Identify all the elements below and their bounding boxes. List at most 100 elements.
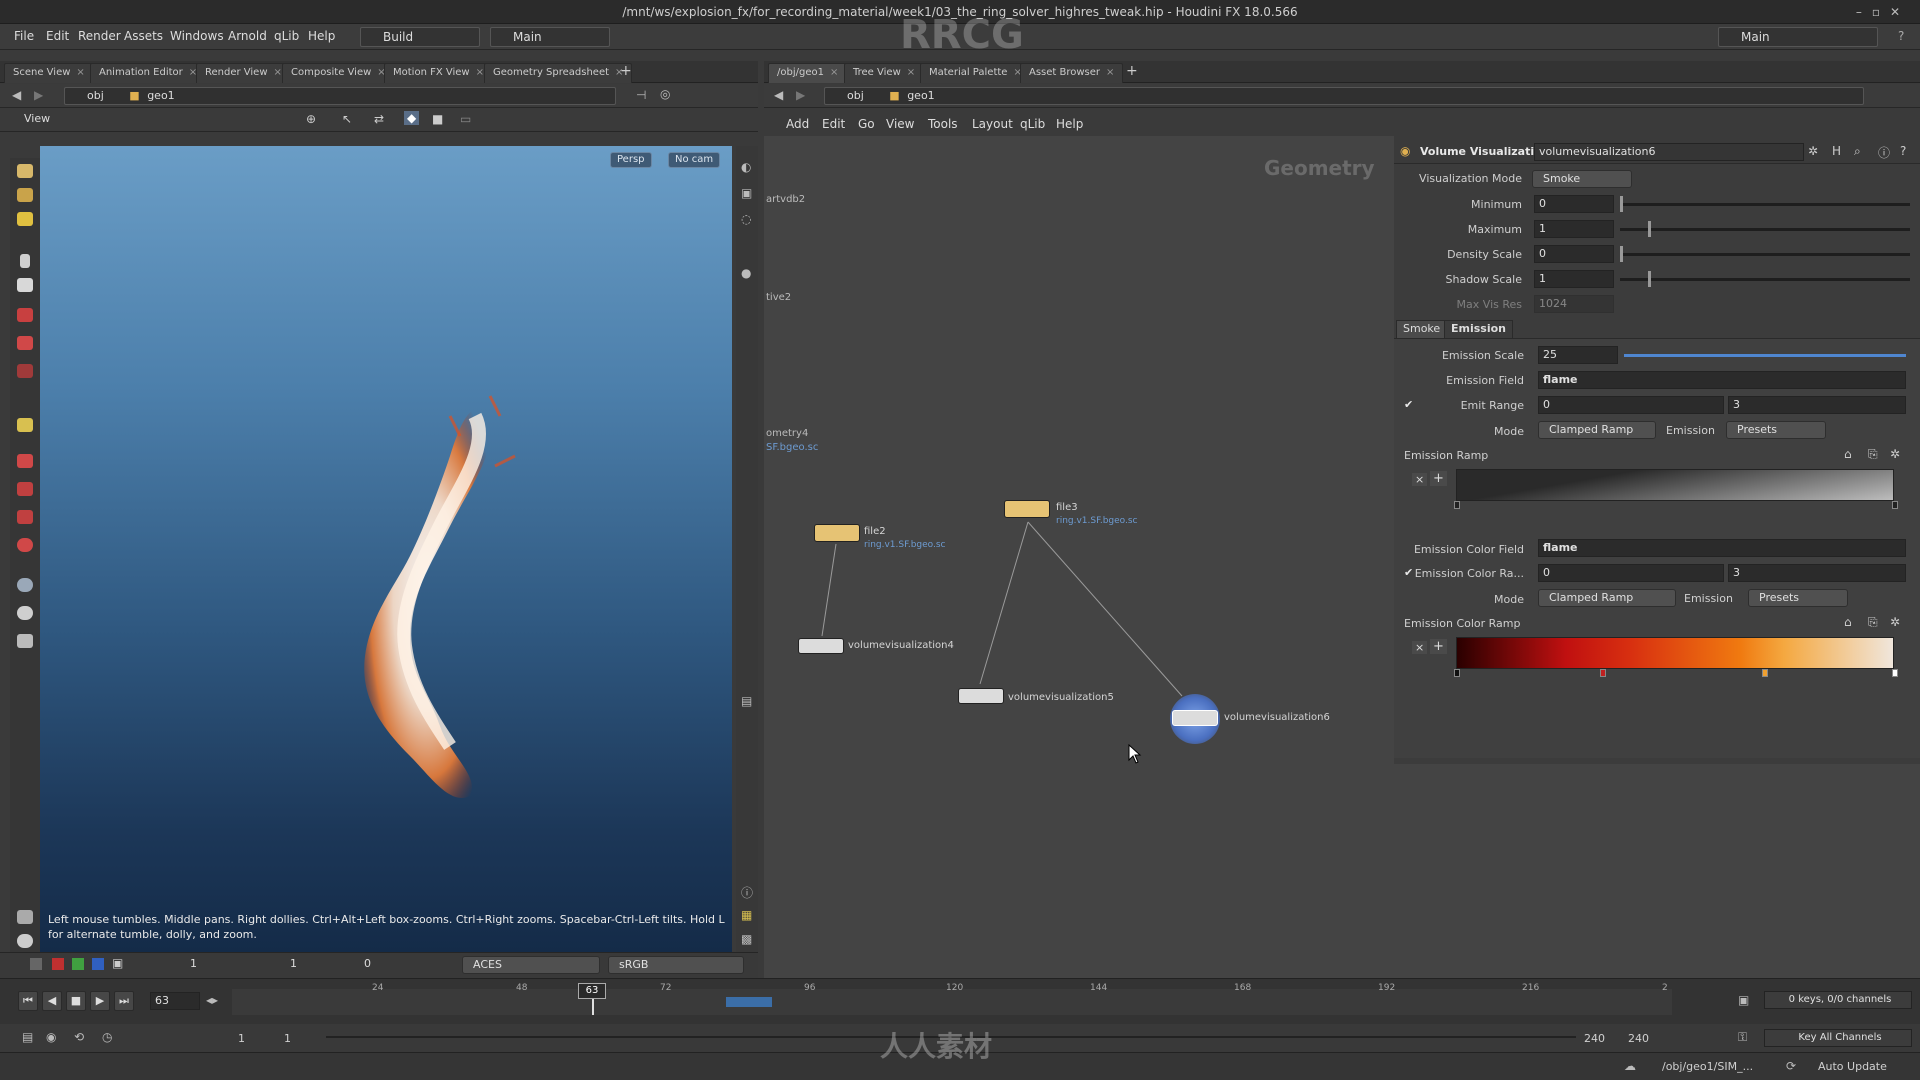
display-icon[interactable]: ■ [432,112,443,126]
update-mode[interactable]: Auto Update [1818,1060,1887,1073]
realtime-icon[interactable]: ▤ [22,1030,33,1044]
net-menu-add[interactable]: Add [786,117,809,131]
slider-knob[interactable] [1620,196,1623,212]
net-menu-tools[interactable]: Tools [928,117,958,131]
right-desktop-dropdown[interactable]: Main [1718,27,1878,47]
update-icon[interactable]: ⟳ [1786,1059,1796,1073]
menu-qlib[interactable]: qLib [274,29,299,43]
snap-icon[interactable]: ◆ [404,111,420,125]
net-menu-layout[interactable]: Layout [972,117,1013,131]
network-path[interactable]: obj ■ geo1 [64,87,616,105]
wire-icon[interactable]: ▭ [460,112,471,126]
net-menu-help[interactable]: Help [1056,117,1083,131]
ghost-icon[interactable] [17,934,33,948]
maximum-slider[interactable] [1620,228,1910,231]
scene-viewport[interactable]: Persp No cam Left mouse tumbles. Middle … [40,146,732,952]
tab-render-view[interactable]: Render View × [196,63,291,83]
menu-edit[interactable]: Edit [46,29,69,43]
density-scale-field[interactable]: 0 [1534,245,1614,263]
green-channel-icon[interactable] [72,958,84,970]
menu-file[interactable]: File [14,29,34,43]
emit-range-min[interactable]: 0 [1538,396,1724,414]
play-reverse-button[interactable]: ◀ [42,991,62,1011]
stop-button[interactable]: ■ [66,991,86,1011]
pin-icon[interactable]: ⊣ [636,88,646,102]
gear-icon[interactable]: ✲ [1890,615,1900,629]
transform-tool-icon[interactable]: ⇄ [374,112,384,126]
add-point-icon[interactable]: + [1430,639,1447,654]
lock-icon[interactable]: ▣ [741,186,752,200]
node-volumevisualization5[interactable] [958,688,1004,704]
pose-tool-icon[interactable] [17,308,33,322]
ramp-menu-icon[interactable]: ⌂ [1844,447,1852,461]
shading-icon[interactable]: ● [741,266,751,280]
minimum-field[interactable]: 0 [1534,195,1614,213]
remove-point-icon[interactable]: × [1412,641,1428,654]
add-tab-icon[interactable]: + [620,63,632,79]
tab-material-palette[interactable]: Material Palette × [920,63,1031,83]
paint-tool-icon[interactable] [17,510,33,524]
brush-tool-icon[interactable] [17,336,33,350]
tab-asset-browser[interactable]: Asset Browser × [1020,63,1124,83]
emission-color-ramp[interactable] [1456,637,1894,669]
tab-motion-fx-view[interactable]: Motion FX View × [384,63,493,83]
keyframe-icon[interactable]: ▣ [1738,993,1749,1007]
ramp-copy-icon[interactable]: ⎘ [1868,615,1878,630]
hand-icon[interactable] [17,910,33,924]
gear-icon[interactable]: ✲ [1808,144,1818,158]
rotate-tool-icon[interactable] [17,212,33,226]
move-tool-icon[interactable] [17,188,33,202]
lasso-tool-icon[interactable] [17,482,33,496]
network-path[interactable]: obj ■ geo1 [824,87,1864,105]
background-icon[interactable]: ▤ [741,694,752,708]
clock-icon[interactable]: ◷ [102,1030,112,1044]
shelf-set-dropdown[interactable]: Build [360,27,480,47]
back-arrow-icon[interactable]: ◀ [774,88,783,102]
tab-animation-editor[interactable]: Animation Editor × [90,63,207,83]
color-range-min[interactable]: 0 [1538,564,1724,582]
sculpt-tool-icon[interactable] [17,364,33,378]
info-icon[interactable]: ⓘ [1878,144,1890,161]
exposure-value[interactable]: 1 [190,957,197,970]
emission-color-field-input[interactable]: flame [1538,539,1906,557]
density-slider[interactable] [1620,253,1910,256]
blue-channel-icon[interactable] [92,958,104,970]
forward-arrow-icon[interactable]: ▶ [34,88,43,102]
key-all-channels-dropdown[interactable]: Key All Channels [1764,1029,1912,1047]
color-chip-icon[interactable] [30,958,42,970]
node-file2[interactable] [814,524,860,542]
desktop-dropdown[interactable]: Main [490,27,610,47]
step-frame-icon[interactable]: ◂▸ [206,993,218,1007]
ramp-key[interactable] [1892,501,1898,509]
net-menu-qlib[interactable]: qLib [1020,117,1045,131]
node-volumevisualization6[interactable] [1172,710,1218,726]
grid-icon[interactable]: ▦ [741,908,752,922]
node-name-field[interactable]: volumevisualization6 [1534,143,1804,161]
shadow-slider[interactable] [1620,278,1910,281]
back-arrow-icon[interactable]: ◀ [12,88,21,102]
snapshot-icon[interactable]: ▩ [741,932,752,946]
net-menu-view[interactable]: View [886,117,914,131]
link-icon[interactable]: ◎ [660,87,670,101]
tab-geometry-spreadsheet[interactable]: Geometry Spreadsheet × [484,63,633,83]
tab-obj-geo1[interactable]: /obj/geo1 × [768,63,848,83]
keys-channels-display[interactable]: 0 keys, 0/0 channels [1764,991,1912,1009]
ramp-key[interactable] [1454,501,1460,509]
tab-emission[interactable]: Emission [1444,320,1513,338]
range-start[interactable]: 1 [238,1032,245,1045]
magnet-icon[interactable] [17,538,33,552]
menu-render[interactable]: Render [78,29,121,43]
add-tab-icon[interactable]: + [1126,63,1138,79]
node-file3[interactable] [1004,500,1050,518]
question-icon[interactable]: ? [1900,144,1906,158]
edit-tool-icon[interactable] [17,418,33,432]
slider-knob[interactable] [1648,271,1651,287]
gamma-value[interactable]: 1 [290,957,297,970]
display-dropdown[interactable]: sRGB [608,956,744,974]
net-menu-go[interactable]: Go [858,117,875,131]
range-end[interactable]: 240 [1628,1032,1649,1045]
persp-button[interactable]: Persp [610,152,652,168]
ramp-copy-icon[interactable]: ⎘ [1868,447,1878,462]
loop-icon[interactable]: ⟲ [74,1030,84,1044]
gear-icon[interactable]: ✲ [1890,447,1900,461]
